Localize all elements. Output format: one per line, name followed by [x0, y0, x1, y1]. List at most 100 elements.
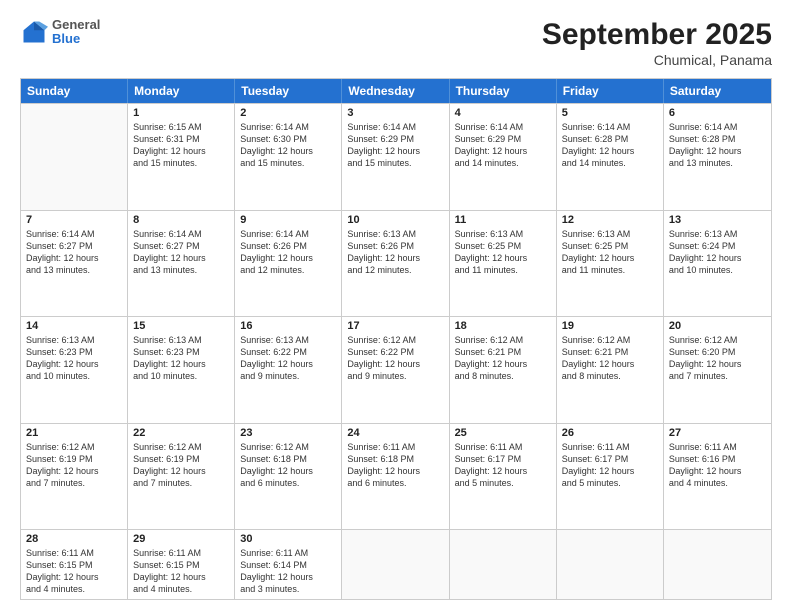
calendar-cell: 4 Sunrise: 6:14 AMSunset: 6:29 PMDaylight… — [450, 104, 557, 210]
day-number: 7 — [26, 214, 122, 226]
calendar-cell: 16 Sunrise: 6:13 AMSunset: 6:22 PMDayligh… — [235, 317, 342, 423]
calendar-cell: 18 Sunrise: 6:12 AMSunset: 6:21 PMDayligh… — [450, 317, 557, 423]
day-number: 21 — [26, 427, 122, 439]
day-number: 11 — [455, 214, 551, 226]
day-number: 12 — [562, 214, 658, 226]
calendar-header-cell: Monday — [128, 79, 235, 103]
calendar-cell: 15 Sunrise: 6:13 AMSunset: 6:23 PMDayligh… — [128, 317, 235, 423]
calendar-cell: 9 Sunrise: 6:14 AMSunset: 6:26 PMDaylight… — [235, 211, 342, 317]
calendar-cell: 23 Sunrise: 6:12 AMSunset: 6:18 PMDayligh… — [235, 424, 342, 530]
day-number: 22 — [133, 427, 229, 439]
day-info: Sunrise: 6:12 AMSunset: 6:22 PMDaylight:… — [347, 334, 443, 383]
calendar-cell: 10Sunrise: 6:13 AMSunset: 6:26 PMDayligh… — [342, 211, 449, 317]
calendar-cell: 24 Sunrise: 6:11 AMSunset: 6:18 PMDayligh… — [342, 424, 449, 530]
day-number: 23 — [240, 427, 336, 439]
day-info: Sunrise: 6:12 AMSunset: 6:19 PMDaylight:… — [26, 441, 122, 490]
day-info: Sunrise: 6:11 AMSunset: 6:14 PMDaylight:… — [240, 547, 336, 596]
day-info: Sunrise: 6:14 AMSunset: 6:29 PMDaylight:… — [455, 121, 551, 170]
calendar-header-cell: Thursday — [450, 79, 557, 103]
day-info: Sunrise: 6:13 AMSunset: 6:23 PMDaylight:… — [133, 334, 229, 383]
logo-general: General — [52, 18, 100, 32]
day-number: 8 — [133, 214, 229, 226]
calendar-header-cell: Friday — [557, 79, 664, 103]
calendar-cell — [342, 530, 449, 599]
day-info: Sunrise: 6:11 AMSunset: 6:18 PMDaylight:… — [347, 441, 443, 490]
day-number: 28 — [26, 533, 122, 545]
day-info: Sunrise: 6:13 AMSunset: 6:25 PMDaylight:… — [562, 228, 658, 277]
day-info: Sunrise: 6:14 AMSunset: 6:26 PMDaylight:… — [240, 228, 336, 277]
day-number: 14 — [26, 320, 122, 332]
day-number: 25 — [455, 427, 551, 439]
day-number: 1 — [133, 107, 229, 119]
day-number: 13 — [669, 214, 766, 226]
day-info: Sunrise: 6:14 AMSunset: 6:30 PMDaylight:… — [240, 121, 336, 170]
day-number: 5 — [562, 107, 658, 119]
day-info: Sunrise: 6:12 AMSunset: 6:20 PMDaylight:… — [669, 334, 766, 383]
day-info: Sunrise: 6:12 AMSunset: 6:21 PMDaylight:… — [455, 334, 551, 383]
calendar-cell: 26Sunrise: 6:11 AMSunset: 6:17 PMDayligh… — [557, 424, 664, 530]
calendar-header-row: SundayMondayTuesdayWednesdayThursdayFrid… — [21, 79, 771, 103]
calendar-cell — [450, 530, 557, 599]
logo-blue: Blue — [52, 32, 100, 46]
day-info: Sunrise: 6:14 AMSunset: 6:29 PMDaylight:… — [347, 121, 443, 170]
month-year: September 2025 — [542, 18, 772, 52]
calendar-cell: 30 Sunrise: 6:11 AMSunset: 6:14 PMDayligh… — [235, 530, 342, 599]
day-number: 4 — [455, 107, 551, 119]
calendar-cell: 6Sunrise: 6:14 AMSunset: 6:28 PMDaylight… — [664, 104, 771, 210]
day-number: 27 — [669, 427, 766, 439]
day-number: 15 — [133, 320, 229, 332]
calendar-cell: 11 Sunrise: 6:13 AMSunset: 6:25 PMDayligh… — [450, 211, 557, 317]
calendar-cell: 27 Sunrise: 6:11 AMSunset: 6:16 PMDayligh… — [664, 424, 771, 530]
day-info: Sunrise: 6:11 AMSunset: 6:17 PMDaylight:… — [455, 441, 551, 490]
day-number: 30 — [240, 533, 336, 545]
calendar-cell: 21 Sunrise: 6:12 AMSunset: 6:19 PMDayligh… — [21, 424, 128, 530]
calendar-cell: 12 Sunrise: 6:13 AMSunset: 6:25 PMDayligh… — [557, 211, 664, 317]
calendar-cell: 19 Sunrise: 6:12 AMSunset: 6:21 PMDayligh… — [557, 317, 664, 423]
calendar-cell: 25 Sunrise: 6:11 AMSunset: 6:17 PMDayligh… — [450, 424, 557, 530]
day-info: Sunrise: 6:13 AMSunset: 6:23 PMDaylight:… — [26, 334, 122, 383]
calendar-header-cell: Wednesday — [342, 79, 449, 103]
day-number: 24 — [347, 427, 443, 439]
page: General Blue September 2025 Chumical, Pa… — [0, 0, 792, 612]
day-info: Sunrise: 6:11 AMSunset: 6:16 PMDaylight:… — [669, 441, 766, 490]
calendar-row: 28 Sunrise: 6:11 AMSunset: 6:15 PMDayligh… — [21, 529, 771, 599]
calendar-cell: 14 Sunrise: 6:13 AMSunset: 6:23 PMDayligh… — [21, 317, 128, 423]
day-number: 2 — [240, 107, 336, 119]
day-info: Sunrise: 6:12 AMSunset: 6:19 PMDaylight:… — [133, 441, 229, 490]
day-number: 29 — [133, 533, 229, 545]
day-number: 19 — [562, 320, 658, 332]
calendar-cell: 2 Sunrise: 6:14 AMSunset: 6:30 PMDaylight… — [235, 104, 342, 210]
calendar-cell: 17 Sunrise: 6:12 AMSunset: 6:22 PMDayligh… — [342, 317, 449, 423]
calendar-cell: 1Sunrise: 6:15 AMSunset: 6:31 PMDaylight… — [128, 104, 235, 210]
header: General Blue September 2025 Chumical, Pa… — [20, 18, 772, 68]
calendar-row: 21 Sunrise: 6:12 AMSunset: 6:19 PMDayligh… — [21, 423, 771, 530]
calendar-row: 1Sunrise: 6:15 AMSunset: 6:31 PMDaylight… — [21, 103, 771, 210]
day-number: 17 — [347, 320, 443, 332]
logo-icon — [20, 18, 48, 46]
calendar-header-cell: Tuesday — [235, 79, 342, 103]
day-number: 9 — [240, 214, 336, 226]
calendar-cell: 5Sunrise: 6:14 AMSunset: 6:28 PMDaylight… — [557, 104, 664, 210]
calendar-cell — [21, 104, 128, 210]
day-number: 18 — [455, 320, 551, 332]
calendar: SundayMondayTuesdayWednesdayThursdayFrid… — [20, 78, 772, 600]
calendar-cell: 8Sunrise: 6:14 AMSunset: 6:27 PMDaylight… — [128, 211, 235, 317]
calendar-body: 1Sunrise: 6:15 AMSunset: 6:31 PMDaylight… — [21, 103, 771, 599]
day-info: Sunrise: 6:13 AMSunset: 6:25 PMDaylight:… — [455, 228, 551, 277]
calendar-cell: 3 Sunrise: 6:14 AMSunset: 6:29 PMDaylight… — [342, 104, 449, 210]
day-number: 3 — [347, 107, 443, 119]
location: Chumical, Panama — [542, 52, 772, 68]
calendar-row: 7 Sunrise: 6:14 AMSunset: 6:27 PMDaylight… — [21, 210, 771, 317]
calendar-header-cell: Saturday — [664, 79, 771, 103]
day-info: Sunrise: 6:11 AMSunset: 6:15 PMDaylight:… — [26, 547, 122, 596]
day-info: Sunrise: 6:12 AMSunset: 6:21 PMDaylight:… — [562, 334, 658, 383]
calendar-row: 14 Sunrise: 6:13 AMSunset: 6:23 PMDayligh… — [21, 316, 771, 423]
day-info: Sunrise: 6:13 AMSunset: 6:22 PMDaylight:… — [240, 334, 336, 383]
calendar-cell — [664, 530, 771, 599]
day-info: Sunrise: 6:14 AMSunset: 6:27 PMDaylight:… — [26, 228, 122, 277]
calendar-cell — [557, 530, 664, 599]
day-number: 16 — [240, 320, 336, 332]
day-info: Sunrise: 6:12 AMSunset: 6:18 PMDaylight:… — [240, 441, 336, 490]
day-info: Sunrise: 6:13 AMSunset: 6:26 PMDaylight:… — [347, 228, 443, 277]
day-info: Sunrise: 6:11 AMSunset: 6:17 PMDaylight:… — [562, 441, 658, 490]
